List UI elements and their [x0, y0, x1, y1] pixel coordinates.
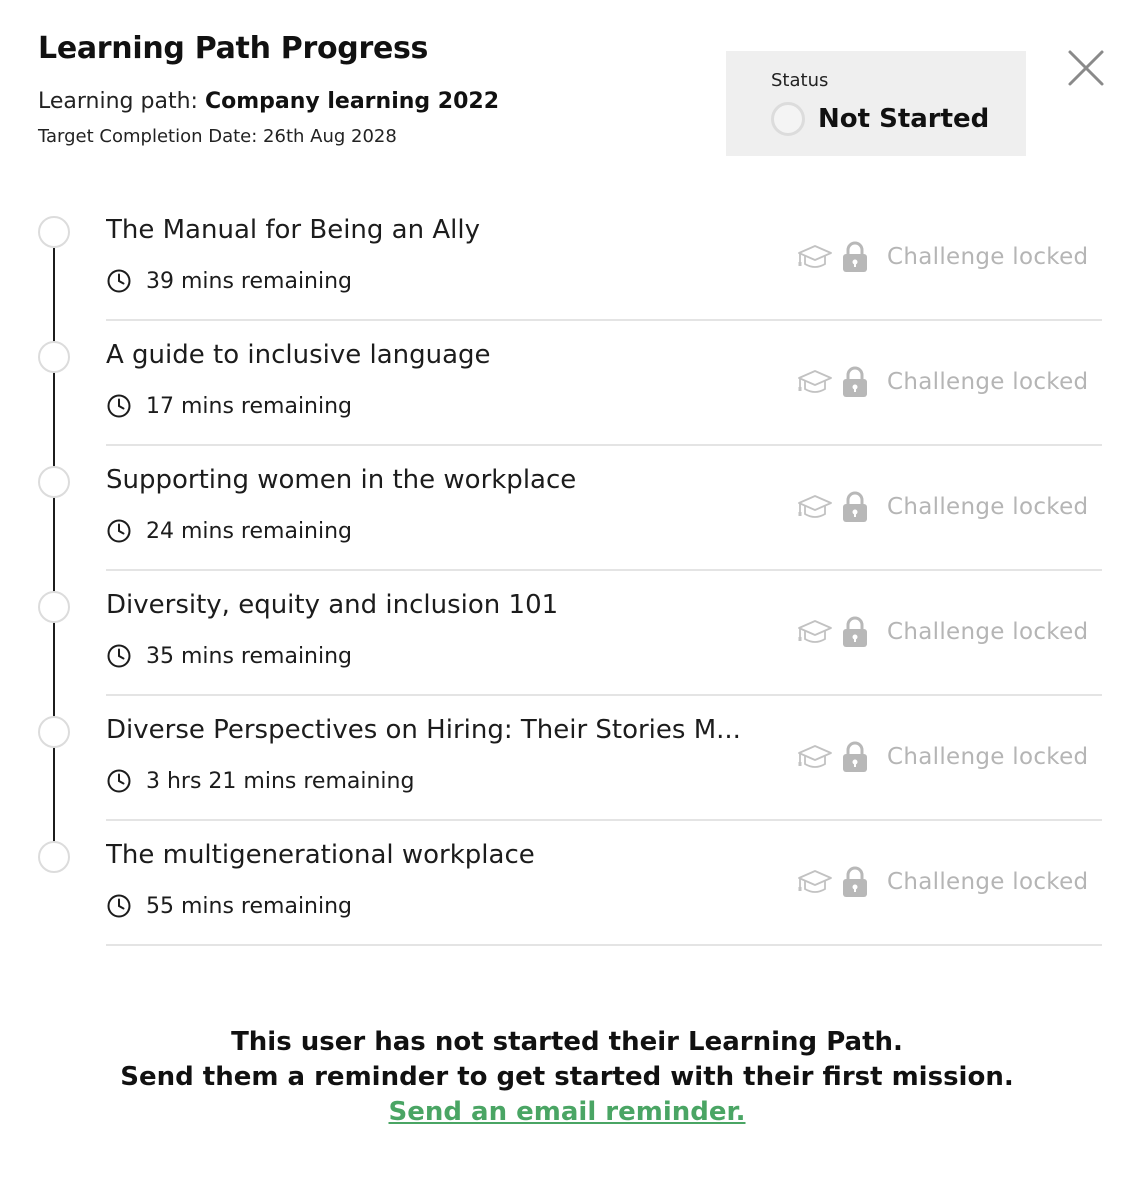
mission-item: Diversity, equity and inclusion 101 35 m…: [38, 570, 1102, 696]
mission-item: The multigenerational workplace 55 mins …: [38, 820, 1102, 946]
mission-time-row: 39 mins remaining: [106, 268, 352, 294]
modal-title: Learning Path Progress: [38, 31, 429, 66]
learning-path-name: Company learning 2022: [204, 89, 500, 114]
mission-title[interactable]: Diverse Perspectives on Hiring: Their St…: [106, 715, 741, 745]
clock-icon: [107, 644, 131, 668]
challenge-locked-label: Challenge locked: [887, 244, 1089, 270]
reminder-footer: This user has not started their Learning…: [0, 1025, 1134, 1130]
mission-title[interactable]: Supporting women in the workplace: [106, 465, 576, 495]
mission-time-row: 35 mins remaining: [106, 643, 352, 669]
lock-icon: [843, 241, 867, 272]
learning-path-prefix: Learning path:: [38, 89, 205, 114]
challenge-status: Challenge locked: [797, 616, 1088, 648]
lock-icon: [843, 366, 867, 397]
graduation-cap-icon: [798, 495, 832, 518]
mission-title[interactable]: The Manual for Being an Ally: [106, 215, 480, 245]
mission-status-dot-icon: [38, 841, 70, 873]
mission-time-remaining: 17 mins remaining: [146, 393, 353, 419]
mission-status-dot-icon: [38, 216, 70, 248]
mission-item: A guide to inclusive language 17 mins re…: [38, 320, 1102, 446]
footer-line-2: Send them a reminder to get started with…: [120, 1062, 1014, 1092]
mission-time-remaining: 24 mins remaining: [146, 518, 353, 544]
mission-item: Diverse Perspectives on Hiring: Their St…: [38, 695, 1102, 821]
mission-title[interactable]: A guide to inclusive language: [106, 340, 491, 370]
lock-icon: [843, 741, 867, 772]
clock-icon: [107, 769, 131, 793]
mission-time-row: 17 mins remaining: [106, 393, 352, 419]
lock-icon: [843, 616, 867, 647]
clock-icon: [107, 269, 131, 293]
mission-time-remaining: 35 mins remaining: [146, 643, 353, 669]
status-ring-icon: [771, 102, 805, 136]
mission-time-remaining: 39 mins remaining: [146, 268, 353, 294]
lock-icon: [843, 491, 867, 522]
challenge-locked-label: Challenge locked: [887, 869, 1089, 895]
challenge-locked-label: Challenge locked: [887, 619, 1089, 645]
clock-icon: [107, 894, 131, 918]
clock-icon: [107, 519, 131, 543]
status-label: Status: [771, 70, 829, 91]
send-email-reminder-link[interactable]: Send an email reminder.: [389, 1097, 746, 1127]
mission-item: The Manual for Being an Ally 39 mins rem…: [38, 195, 1102, 321]
mission-status-dot-icon: [38, 341, 70, 373]
status-card: Status Not Started: [726, 51, 1026, 156]
challenge-locked-label: Challenge locked: [887, 744, 1089, 770]
close-icon: [1068, 50, 1104, 86]
mission-status-dot-icon: [38, 716, 70, 748]
graduation-cap-icon: [798, 745, 832, 768]
mission-status-dot-icon: [38, 466, 70, 498]
mission-time-row: 3 hrs 21 mins remaining: [106, 768, 414, 794]
graduation-cap-icon: [798, 620, 832, 643]
challenge-locked-label: Challenge locked: [887, 494, 1089, 520]
challenge-status: Challenge locked: [797, 241, 1088, 273]
footer-line-1: This user has not started their Learning…: [231, 1027, 903, 1057]
mission-title[interactable]: Diversity, equity and inclusion 101: [106, 590, 558, 620]
challenge-status: Challenge locked: [797, 366, 1088, 398]
mission-time-row: 24 mins remaining: [106, 518, 352, 544]
close-button[interactable]: [1066, 48, 1106, 88]
mission-divider: [106, 944, 1102, 946]
mission-item: Supporting women in the workplace 24 min…: [38, 445, 1102, 571]
graduation-cap-icon: [798, 370, 832, 393]
status-value: Not Started: [818, 104, 990, 134]
mission-title[interactable]: The multigenerational workplace: [106, 840, 535, 870]
clock-icon: [107, 394, 131, 418]
learning-path-line: Learning path: Company learning 2022: [38, 89, 499, 114]
challenge-status: Challenge locked: [797, 491, 1088, 523]
challenge-status: Challenge locked: [797, 741, 1088, 773]
mission-time-remaining: 3 hrs 21 mins remaining: [146, 768, 415, 794]
mission-status-dot-icon: [38, 591, 70, 623]
graduation-cap-icon: [798, 245, 832, 268]
graduation-cap-icon: [798, 870, 832, 893]
challenge-locked-label: Challenge locked: [887, 369, 1089, 395]
target-completion-date: Target Completion Date: 26th Aug 2028: [38, 126, 397, 147]
mission-time-remaining: 55 mins remaining: [146, 893, 353, 919]
mission-time-row: 55 mins remaining: [106, 893, 352, 919]
lock-icon: [843, 866, 867, 897]
challenge-status: Challenge locked: [797, 866, 1088, 898]
